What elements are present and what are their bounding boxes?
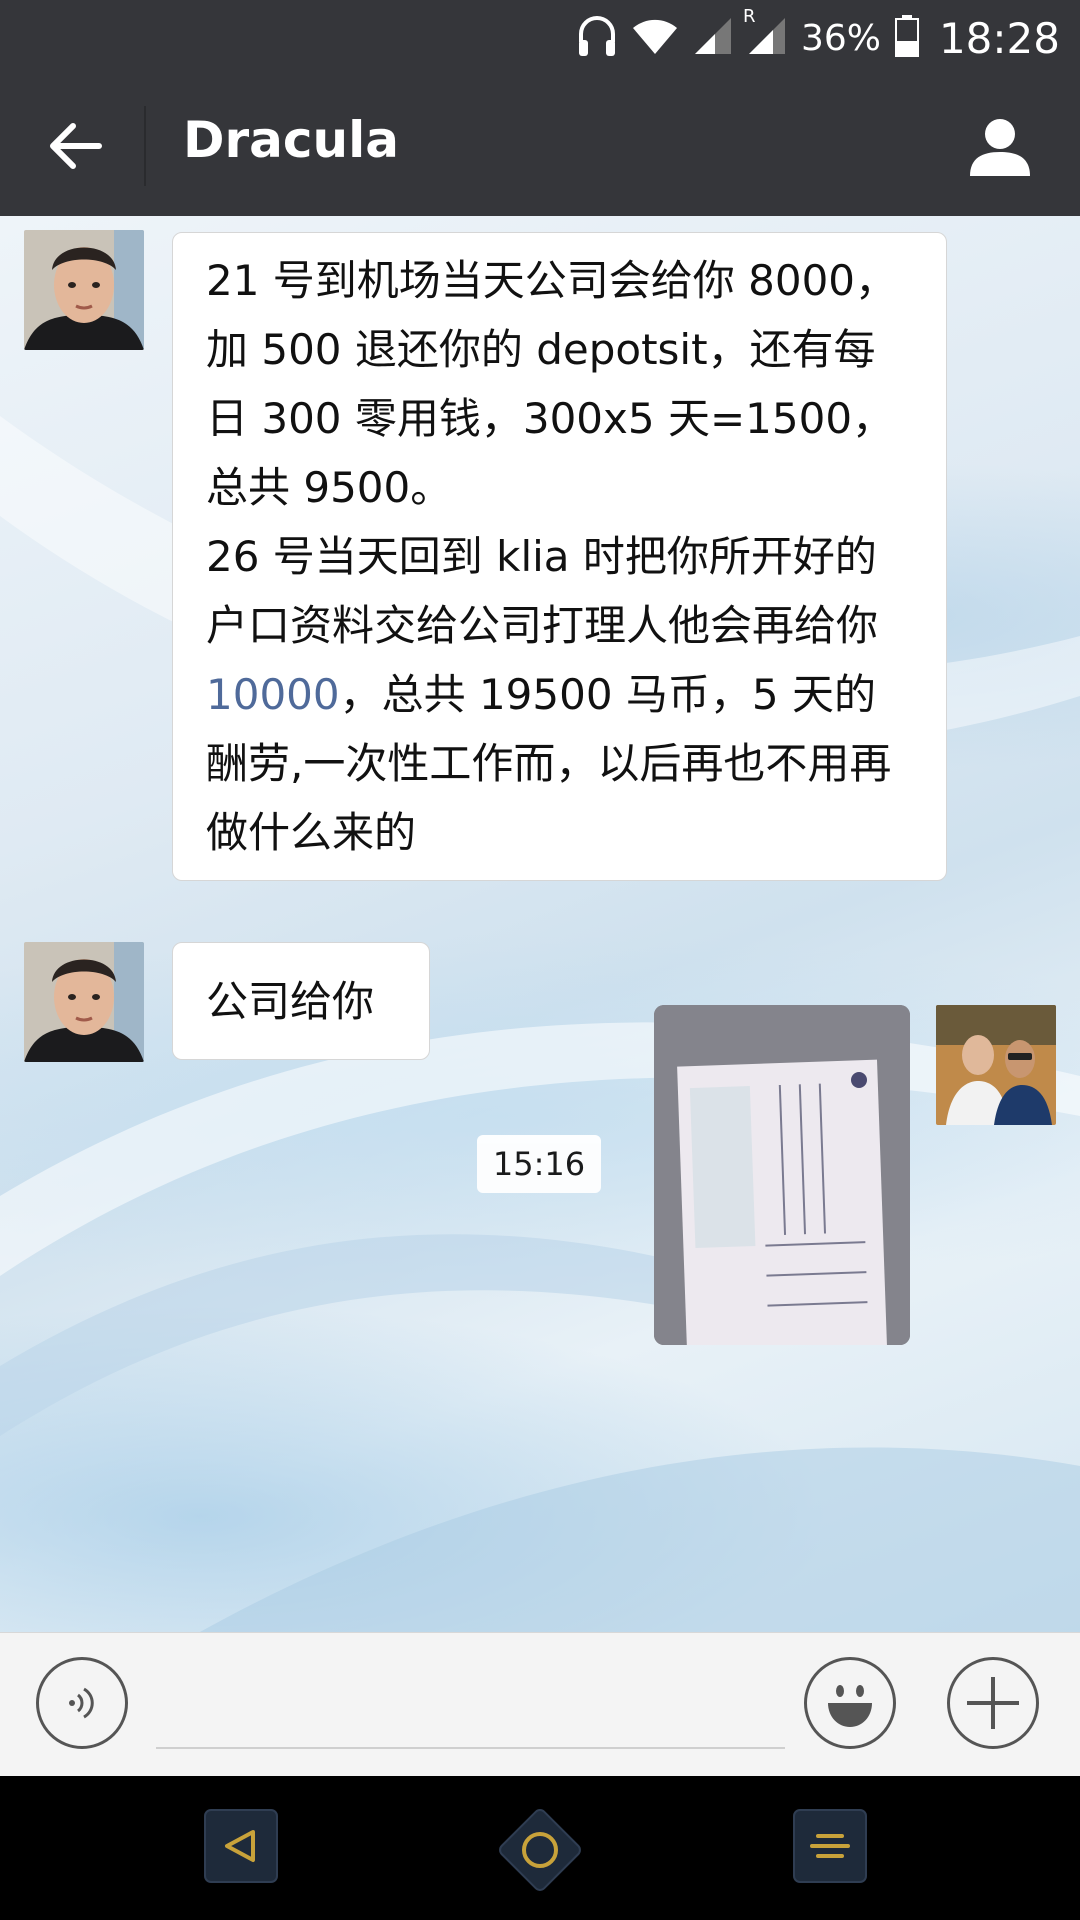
message-timestamp: 15:16: [477, 1135, 601, 1193]
menu-icon: [793, 1809, 867, 1883]
header-divider: [144, 106, 146, 186]
wifi-icon: [631, 16, 679, 60]
battery-icon: [894, 15, 919, 61]
sent-photo-message[interactable]: [654, 1005, 910, 1345]
message-text: 21 号到机场当天公司会给你 8000，加 500 退还你的 depotsit，…: [206, 256, 898, 512]
person-icon: [970, 119, 1030, 176]
contact-avatar[interactable]: [24, 230, 144, 350]
phone-number-link[interactable]: 10000: [206, 670, 340, 719]
chat-header: Dracula: [0, 76, 1080, 216]
back-triangle-icon: [204, 1809, 278, 1883]
smiley-icon: [828, 1685, 872, 1727]
plus-button[interactable]: [947, 1657, 1039, 1749]
message-text-2: 26 号当天回到 klia 时把你所开好的户口资料交给公司打理人他会再给你 10…: [206, 532, 892, 857]
message-bubble[interactable]: 公司给你: [172, 942, 430, 1060]
input-bar: [0, 1632, 1080, 1777]
back-button[interactable]: [30, 106, 120, 186]
roaming-signal-icon: R: [743, 6, 787, 60]
plus-icon: [967, 1677, 1019, 1729]
nav-back-button[interactable]: [203, 1808, 279, 1884]
home-circle-icon: [499, 1809, 581, 1891]
voice-icon: [69, 1687, 94, 1719]
chat-area[interactable]: 21 号到机场当天公司会给你 8000，加 500 退还你的 depotsit，…: [0, 216, 1080, 1632]
contact-avatar[interactable]: [24, 942, 144, 1062]
message-text: 公司给你: [206, 977, 375, 1026]
profile-button[interactable]: [960, 106, 1040, 186]
roaming-label: R: [742, 6, 756, 27]
chat-title: Dracula: [183, 111, 400, 169]
headset-icon: [577, 14, 617, 62]
status-time: 18:28: [938, 13, 1060, 63]
my-avatar[interactable]: [936, 1005, 1056, 1125]
voice-button[interactable]: [36, 1657, 128, 1749]
navigation-bar: [0, 1776, 1080, 1920]
nav-menu-button[interactable]: [792, 1808, 868, 1884]
nav-home-button[interactable]: [488, 1798, 592, 1902]
battery-percent: 36%: [800, 17, 881, 59]
back-arrow-icon: [50, 123, 102, 169]
emoji-button[interactable]: [804, 1657, 896, 1749]
message-bubble[interactable]: 21 号到机场当天公司会给你 8000，加 500 退还你的 depotsit，…: [172, 232, 947, 881]
status-bar: R 36% 18:28: [0, 0, 1080, 76]
signal-icon: [693, 16, 733, 60]
message-input[interactable]: [156, 1673, 785, 1749]
